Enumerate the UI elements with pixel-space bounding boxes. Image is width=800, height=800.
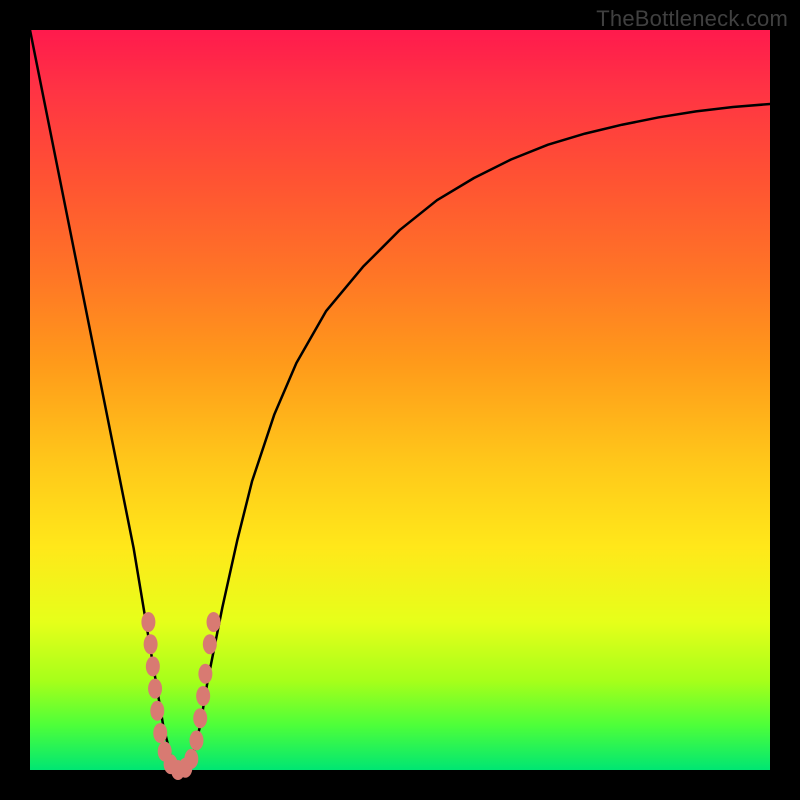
data-point	[190, 730, 204, 750]
chart-plot-area	[30, 30, 770, 770]
data-point	[150, 701, 164, 721]
data-point	[207, 612, 221, 632]
chart-frame: TheBottleneck.com	[0, 0, 800, 800]
data-point	[144, 634, 158, 654]
watermark-text: TheBottleneck.com	[596, 6, 788, 32]
data-point	[196, 686, 210, 706]
bottleneck-curve	[30, 30, 770, 770]
data-point	[184, 749, 198, 769]
data-point	[198, 664, 212, 684]
chart-svg	[30, 30, 770, 770]
data-point	[153, 723, 167, 743]
data-point-markers	[141, 612, 220, 780]
curve-path	[30, 30, 770, 770]
data-point	[193, 708, 207, 728]
data-point	[148, 679, 162, 699]
data-point	[141, 612, 155, 632]
data-point	[203, 634, 217, 654]
data-point	[146, 656, 160, 676]
